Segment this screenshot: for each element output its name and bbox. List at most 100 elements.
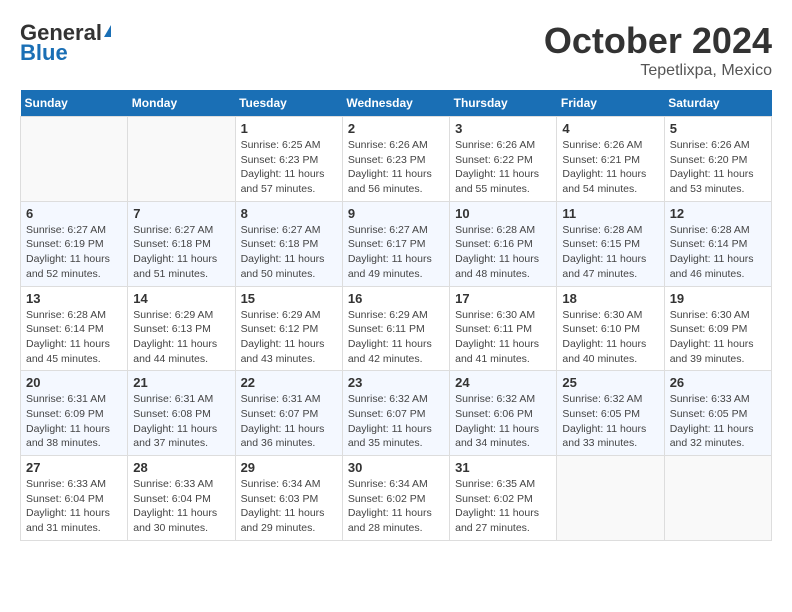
day-number: 25 [562, 375, 658, 390]
calendar-day-cell: 12 Sunrise: 6:28 AMSunset: 6:14 PMDayligh… [664, 201, 771, 286]
day-info: Sunrise: 6:27 AMSunset: 6:18 PMDaylight:… [133, 223, 229, 282]
day-info: Sunrise: 6:33 AMSunset: 6:04 PMDaylight:… [26, 477, 122, 536]
day-info: Sunrise: 6:33 AMSunset: 6:04 PMDaylight:… [133, 477, 229, 536]
calendar-day-cell: 25 Sunrise: 6:32 AMSunset: 6:05 PMDayligh… [557, 371, 664, 456]
calendar-day-cell: 6 Sunrise: 6:27 AMSunset: 6:19 PMDaylight… [21, 201, 128, 286]
day-number: 15 [241, 291, 337, 306]
day-number: 1 [241, 121, 337, 136]
day-info: Sunrise: 6:32 AMSunset: 6:05 PMDaylight:… [562, 392, 658, 451]
day-number: 30 [348, 460, 444, 475]
day-number: 12 [670, 206, 766, 221]
day-number: 18 [562, 291, 658, 306]
calendar-day-cell: 30 Sunrise: 6:34 AMSunset: 6:02 PMDayligh… [342, 456, 449, 541]
calendar-day-cell: 24 Sunrise: 6:32 AMSunset: 6:06 PMDayligh… [450, 371, 557, 456]
calendar-day-cell [664, 456, 771, 541]
calendar-week-row: 27 Sunrise: 6:33 AMSunset: 6:04 PMDayligh… [21, 456, 772, 541]
day-number: 17 [455, 291, 551, 306]
day-info: Sunrise: 6:32 AMSunset: 6:07 PMDaylight:… [348, 392, 444, 451]
day-number: 4 [562, 121, 658, 136]
day-info: Sunrise: 6:33 AMSunset: 6:05 PMDaylight:… [670, 392, 766, 451]
calendar-day-cell: 31 Sunrise: 6:35 AMSunset: 6:02 PMDayligh… [450, 456, 557, 541]
day-number: 16 [348, 291, 444, 306]
weekday-header-cell: Sunday [21, 90, 128, 117]
day-info: Sunrise: 6:30 AMSunset: 6:09 PMDaylight:… [670, 308, 766, 367]
calendar-day-cell: 13Sunrise: 6:28 AMSunset: 6:14 PMDayligh… [21, 286, 128, 371]
day-number: 5 [670, 121, 766, 136]
day-number: 9 [348, 206, 444, 221]
day-info: Sunrise: 6:34 AMSunset: 6:03 PMDaylight:… [241, 477, 337, 536]
title-section: October 2024 Tepetlixpa, Mexico [544, 20, 772, 80]
day-info: Sunrise: 6:34 AMSunset: 6:02 PMDaylight:… [348, 477, 444, 536]
day-number: 19 [670, 291, 766, 306]
weekday-header-cell: Wednesday [342, 90, 449, 117]
calendar-day-cell: 10 Sunrise: 6:28 AMSunset: 6:16 PMDayligh… [450, 201, 557, 286]
day-number: 7 [133, 206, 229, 221]
calendar-day-cell [557, 456, 664, 541]
weekday-header-row: SundayMondayTuesdayWednesdayThursdayFrid… [21, 90, 772, 117]
calendar-day-cell: 18Sunrise: 6:30 AMSunset: 6:10 PMDayligh… [557, 286, 664, 371]
day-number: 28 [133, 460, 229, 475]
calendar-day-cell: 19 Sunrise: 6:30 AMSunset: 6:09 PMDayligh… [664, 286, 771, 371]
day-info: Sunrise: 6:26 AMSunset: 6:22 PMDaylight:… [455, 138, 551, 197]
calendar-day-cell: 23Sunrise: 6:32 AMSunset: 6:07 PMDayligh… [342, 371, 449, 456]
weekday-header-cell: Tuesday [235, 90, 342, 117]
day-info: Sunrise: 6:31 AMSunset: 6:09 PMDaylight:… [26, 392, 122, 451]
calendar-week-row: 20 Sunrise: 6:31 AMSunset: 6:09 PMDayligh… [21, 371, 772, 456]
weekday-header-cell: Friday [557, 90, 664, 117]
day-number: 20 [26, 375, 122, 390]
calendar-week-row: 13Sunrise: 6:28 AMSunset: 6:14 PMDayligh… [21, 286, 772, 371]
calendar-day-cell: 9Sunrise: 6:27 AMSunset: 6:17 PMDaylight… [342, 201, 449, 286]
calendar-day-cell: 15Sunrise: 6:29 AMSunset: 6:12 PMDayligh… [235, 286, 342, 371]
day-info: Sunrise: 6:28 AMSunset: 6:16 PMDaylight:… [455, 223, 551, 282]
calendar-day-cell: 14Sunrise: 6:29 AMSunset: 6:13 PMDayligh… [128, 286, 235, 371]
day-info: Sunrise: 6:27 AMSunset: 6:19 PMDaylight:… [26, 223, 122, 282]
calendar-day-cell: 11 Sunrise: 6:28 AMSunset: 6:15 PMDayligh… [557, 201, 664, 286]
location-title: Tepetlixpa, Mexico [544, 62, 772, 80]
day-number: 8 [241, 206, 337, 221]
calendar-week-row: 6 Sunrise: 6:27 AMSunset: 6:19 PMDaylight… [21, 201, 772, 286]
calendar-day-cell: 5Sunrise: 6:26 AMSunset: 6:20 PMDaylight… [664, 117, 771, 202]
day-info: Sunrise: 6:28 AMSunset: 6:15 PMDaylight:… [562, 223, 658, 282]
logo-blue-text: Blue [20, 40, 68, 66]
day-number: 27 [26, 460, 122, 475]
calendar-day-cell: 2 Sunrise: 6:26 AMSunset: 6:23 PMDaylight… [342, 117, 449, 202]
calendar-day-cell: 28 Sunrise: 6:33 AMSunset: 6:04 PMDayligh… [128, 456, 235, 541]
calendar-day-cell: 17 Sunrise: 6:30 AMSunset: 6:11 PMDayligh… [450, 286, 557, 371]
calendar-day-cell: 21 Sunrise: 6:31 AMSunset: 6:08 PMDayligh… [128, 371, 235, 456]
day-info: Sunrise: 6:31 AMSunset: 6:08 PMDaylight:… [133, 392, 229, 451]
calendar-day-cell: 16 Sunrise: 6:29 AMSunset: 6:11 PMDayligh… [342, 286, 449, 371]
day-number: 6 [26, 206, 122, 221]
day-info: Sunrise: 6:26 AMSunset: 6:23 PMDaylight:… [348, 138, 444, 197]
calendar-day-cell [128, 117, 235, 202]
weekday-header-cell: Thursday [450, 90, 557, 117]
day-number: 24 [455, 375, 551, 390]
day-number: 2 [348, 121, 444, 136]
month-title: October 2024 [544, 20, 772, 62]
calendar-day-cell: 22Sunrise: 6:31 AMSunset: 6:07 PMDayligh… [235, 371, 342, 456]
day-number: 31 [455, 460, 551, 475]
day-number: 10 [455, 206, 551, 221]
day-number: 21 [133, 375, 229, 390]
logo-arrow-icon [104, 25, 111, 37]
calendar-day-cell: 26 Sunrise: 6:33 AMSunset: 6:05 PMDayligh… [664, 371, 771, 456]
day-info: Sunrise: 6:27 AMSunset: 6:18 PMDaylight:… [241, 223, 337, 282]
calendar-body: 1Sunrise: 6:25 AMSunset: 6:23 PMDaylight… [21, 117, 772, 541]
day-info: Sunrise: 6:30 AMSunset: 6:11 PMDaylight:… [455, 308, 551, 367]
calendar-day-cell: 4Sunrise: 6:26 AMSunset: 6:21 PMDaylight… [557, 117, 664, 202]
day-info: Sunrise: 6:28 AMSunset: 6:14 PMDaylight:… [26, 308, 122, 367]
day-info: Sunrise: 6:35 AMSunset: 6:02 PMDaylight:… [455, 477, 551, 536]
day-number: 22 [241, 375, 337, 390]
weekday-header-cell: Monday [128, 90, 235, 117]
day-info: Sunrise: 6:28 AMSunset: 6:14 PMDaylight:… [670, 223, 766, 282]
day-info: Sunrise: 6:32 AMSunset: 6:06 PMDaylight:… [455, 392, 551, 451]
calendar-week-row: 1Sunrise: 6:25 AMSunset: 6:23 PMDaylight… [21, 117, 772, 202]
weekday-header-cell: Saturday [664, 90, 771, 117]
day-number: 11 [562, 206, 658, 221]
day-info: Sunrise: 6:29 AMSunset: 6:13 PMDaylight:… [133, 308, 229, 367]
day-number: 26 [670, 375, 766, 390]
day-info: Sunrise: 6:29 AMSunset: 6:11 PMDaylight:… [348, 308, 444, 367]
calendar-day-cell: 27 Sunrise: 6:33 AMSunset: 6:04 PMDayligh… [21, 456, 128, 541]
page-header: General Blue October 2024 Tepetlixpa, Me… [20, 20, 772, 80]
calendar-day-cell: 7 Sunrise: 6:27 AMSunset: 6:18 PMDaylight… [128, 201, 235, 286]
calendar-day-cell: 29Sunrise: 6:34 AMSunset: 6:03 PMDayligh… [235, 456, 342, 541]
